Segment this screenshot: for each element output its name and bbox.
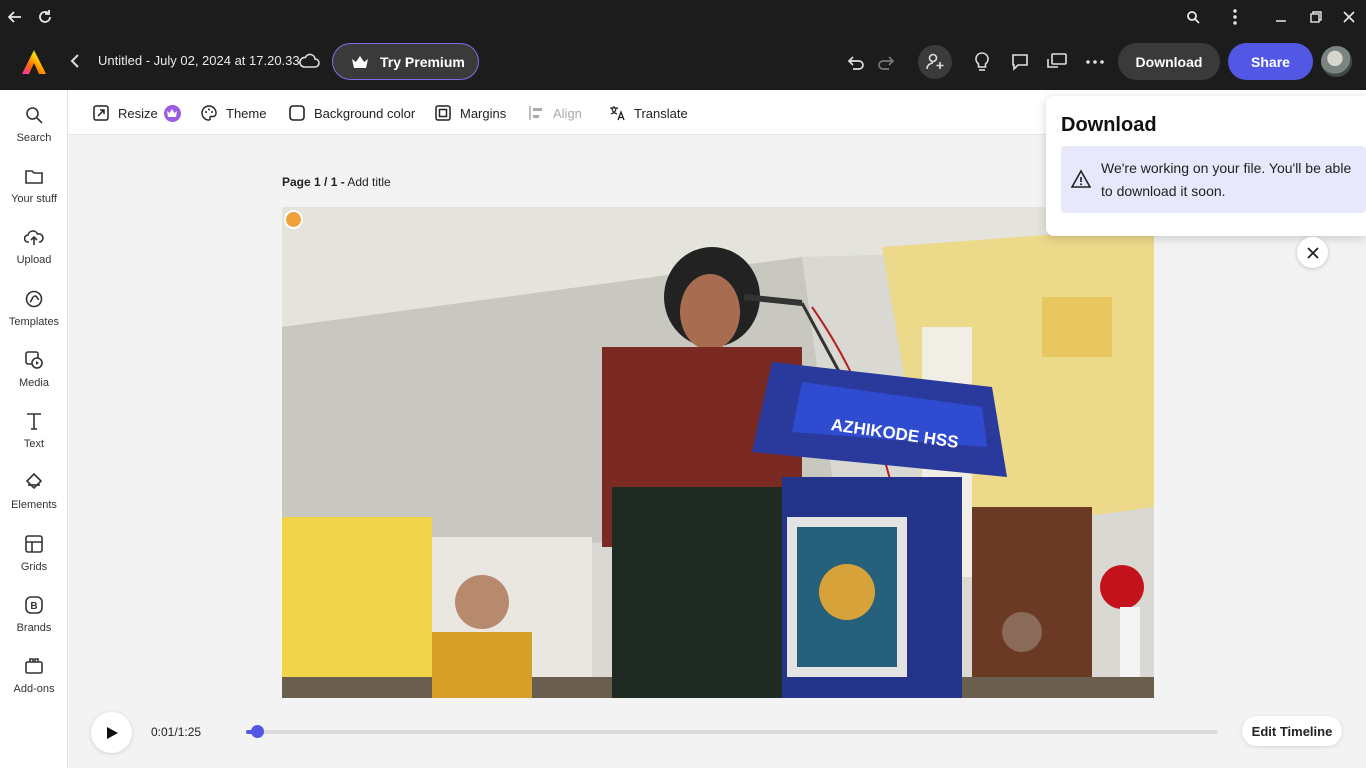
align-label: Align — [553, 105, 582, 121]
rail-item-your-stuff[interactable]: Your stuff — [0, 163, 68, 221]
grids-icon — [23, 533, 45, 555]
close-window-icon[interactable] — [1336, 4, 1362, 30]
rail-item-add-ons[interactable]: Add-ons — [0, 653, 68, 711]
elements-icon — [23, 471, 45, 493]
search-icon — [23, 104, 45, 126]
translate-label: Translate — [634, 105, 688, 121]
margins-button[interactable]: Margins — [434, 102, 506, 124]
playback-time: 0:01/1:25 — [151, 725, 202, 739]
redo-icon[interactable] — [874, 49, 900, 75]
reload-icon[interactable] — [32, 4, 58, 30]
comment-icon[interactable] — [1007, 49, 1033, 75]
timeline-scrubber[interactable] — [251, 725, 265, 738]
back-arrow-icon[interactable] — [2, 4, 28, 30]
rail-label-text: Text — [23, 438, 45, 450]
back-chevron-icon[interactable] — [64, 50, 86, 72]
play-icon — [106, 726, 118, 739]
download-panel-title: Download — [1061, 114, 1157, 136]
rail-item-search[interactable]: Search — [0, 102, 68, 160]
page-number: Page 1 / 1 - — [282, 175, 345, 189]
folder-icon — [23, 165, 45, 187]
rail-item-media[interactable]: Media — [0, 347, 68, 405]
translate-button[interactable]: Translate — [608, 102, 688, 124]
add-ons-icon — [23, 655, 45, 677]
rail-item-grids[interactable]: Grids — [0, 531, 68, 589]
cloud-upload-icon — [23, 226, 45, 248]
rail-item-elements[interactable]: Elements — [0, 469, 68, 527]
warning-icon — [1071, 169, 1091, 188]
browser-menu-icon[interactable] — [1222, 4, 1248, 30]
zoom-icon[interactable] — [1180, 4, 1206, 30]
try-premium-label: Try Premium — [380, 53, 465, 70]
try-premium-button[interactable]: Try Premium — [332, 43, 479, 80]
download-panel: Download We're working on your file. You… — [1046, 96, 1366, 236]
close-panel-button[interactable] — [1297, 237, 1328, 268]
page-label: Page 1 / 1 - Add title — [282, 175, 391, 189]
theme-button[interactable]: Theme — [200, 102, 266, 124]
upload-status-icon — [284, 210, 303, 229]
templates-icon — [23, 288, 45, 310]
app-header: Untitled - July 02, 2024 at 17.20.33 Try… — [0, 34, 1366, 90]
align-button[interactable]: Align — [527, 102, 582, 124]
rail-label-add-ons: Add-ons — [13, 683, 55, 695]
rail-label-templates: Templates — [8, 316, 60, 328]
rail-item-templates[interactable]: Templates — [0, 286, 68, 344]
align-icon — [527, 104, 545, 122]
close-icon — [1306, 246, 1319, 259]
resize-label: Resize — [118, 105, 158, 121]
background-color-button[interactable]: Background color — [288, 102, 415, 124]
minimize-icon[interactable] — [1268, 4, 1294, 30]
edit-timeline-button[interactable]: Edit Timeline — [1242, 716, 1342, 746]
rail-item-brands[interactable]: B Brands — [0, 592, 68, 650]
resize-icon — [92, 104, 110, 122]
share-button[interactable]: Share — [1228, 43, 1313, 80]
timeline-track[interactable] — [246, 730, 1218, 734]
palette-icon — [200, 104, 218, 122]
download-progress-alert: We're working on your file. You'll be ab… — [1061, 146, 1366, 213]
translate-icon — [608, 104, 626, 122]
restore-icon[interactable] — [1303, 4, 1329, 30]
cloud-icon[interactable] — [298, 50, 320, 72]
document-title[interactable]: Untitled - July 02, 2024 at 17.20.33 — [98, 53, 300, 68]
avatar[interactable] — [1321, 46, 1352, 77]
rail-label-brands: Brands — [16, 622, 52, 634]
margins-label: Margins — [460, 105, 507, 121]
background-color-label: Background color — [314, 105, 416, 121]
rail-label-grids: Grids — [20, 561, 48, 573]
rail-label-media: Media — [19, 377, 49, 389]
play-button[interactable] — [91, 712, 132, 753]
crown-icon — [352, 55, 368, 68]
rail-label-your-stuff: Your stuff — [11, 193, 57, 205]
lightbulb-icon[interactable] — [969, 49, 995, 75]
download-button[interactable]: Download — [1118, 43, 1220, 80]
rail-label-search: Search — [16, 132, 52, 144]
rail-item-upload[interactable]: Upload — [0, 224, 68, 282]
premium-crown-icon — [163, 104, 181, 122]
text-icon — [23, 410, 45, 432]
download-message: We're working on your file. You'll be ab… — [1101, 160, 1352, 199]
left-rail: Search Your stuff Upload Templates Media… — [0, 90, 68, 768]
canvas-photo[interactable]: AZHIKODE HSS — [282, 207, 1154, 698]
resize-button[interactable]: Resize — [92, 102, 181, 124]
rail-label-upload: Upload — [16, 254, 52, 266]
add-title-link[interactable]: Add title — [347, 175, 390, 189]
media-icon — [23, 349, 45, 371]
theme-label: Theme — [226, 105, 267, 121]
background-color-icon — [288, 104, 306, 122]
present-icon[interactable] — [1044, 49, 1070, 75]
adobe-express-logo[interactable] — [20, 48, 48, 76]
rail-item-text[interactable]: Text — [0, 408, 68, 466]
brands-icon: B — [23, 594, 45, 616]
undo-icon[interactable] — [842, 49, 868, 75]
svg-text:B: B — [30, 601, 37, 612]
more-options-icon[interactable] — [1082, 49, 1108, 75]
margins-icon — [434, 104, 452, 122]
browser-bar — [0, 0, 1366, 34]
rail-label-elements: Elements — [11, 499, 57, 511]
invite-user-icon[interactable] — [918, 45, 952, 79]
